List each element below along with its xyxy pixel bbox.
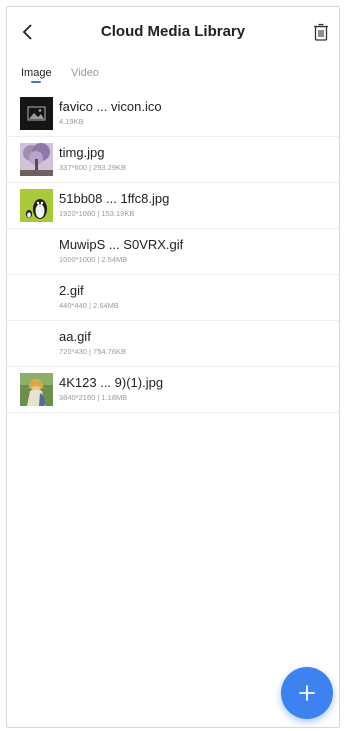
media-tabs: Image Video: [7, 59, 339, 91]
file-name: 4K123 ... 9)(1).jpg: [59, 375, 164, 390]
file-name: favico ... vicon.ico: [59, 99, 162, 114]
green-penguin-cartoon: [20, 189, 53, 222]
file-name: MuwipS ... S0VRX.gif: [59, 237, 184, 252]
anime-girl-painting: [20, 373, 53, 406]
list-item[interactable]: MuwipS ... S0VRX.gif 1000*1000 | 2.54MB: [7, 229, 339, 275]
list-item[interactable]: 2.gif 440*440 | 2.64MB: [7, 275, 339, 321]
tab-video[interactable]: Video: [71, 67, 99, 79]
list-item[interactable]: timg.jpg 337*600 | 293.29KB: [7, 137, 339, 183]
dark-image-placeholder: [20, 97, 53, 130]
add-button[interactable]: [281, 667, 333, 719]
file-list: favico ... vicon.ico 4.19KB timg.jpg 337…: [7, 91, 339, 413]
file-thumbnail: [20, 97, 53, 130]
file-meta: 1920*1080 | 153.19KB: [59, 209, 135, 218]
file-name: timg.jpg: [59, 145, 105, 160]
lavender-tree-photo: [20, 143, 53, 176]
file-meta: 440*440 | 2.64MB: [59, 301, 119, 310]
file-meta: 3840*2160 | 1.18MB: [59, 393, 128, 402]
list-item[interactable]: aa.gif 720*430 | 754.76KB: [7, 321, 339, 367]
page-title: Cloud Media Library: [100, 23, 246, 40]
tab-image[interactable]: Image: [21, 67, 52, 79]
file-meta: 720*430 | 754.76KB: [59, 347, 127, 356]
file-thumbnail: [20, 143, 53, 176]
list-item[interactable]: favico ... vicon.ico 4.19KB: [7, 91, 339, 137]
file-name: 51bb08 ... 1ffc8.jpg: [59, 191, 170, 206]
top-bar: Cloud Media Library: [7, 7, 339, 57]
file-thumbnail: [20, 373, 53, 406]
list-item[interactable]: 4K123 ... 9)(1).jpg 3840*2160 | 1.18MB: [7, 367, 339, 413]
tab-indicator: [31, 81, 41, 83]
delete-button[interactable]: [308, 19, 334, 45]
list-item[interactable]: 51bb08 ... 1ffc8.jpg 1920*1080 | 153.19K…: [7, 183, 339, 229]
file-name: aa.gif: [59, 329, 91, 344]
file-name: 2.gif: [59, 283, 84, 298]
app-frame: Cloud Media Library Image Video favico .…: [6, 6, 340, 728]
file-meta: 4.19KB: [59, 117, 84, 126]
file-meta: 337*600 | 293.29KB: [59, 163, 127, 172]
file-meta: 1000*1000 | 2.54MB: [59, 255, 128, 264]
plus-icon: [299, 685, 315, 701]
trash-icon: [314, 23, 328, 41]
file-thumbnail: [20, 189, 53, 222]
